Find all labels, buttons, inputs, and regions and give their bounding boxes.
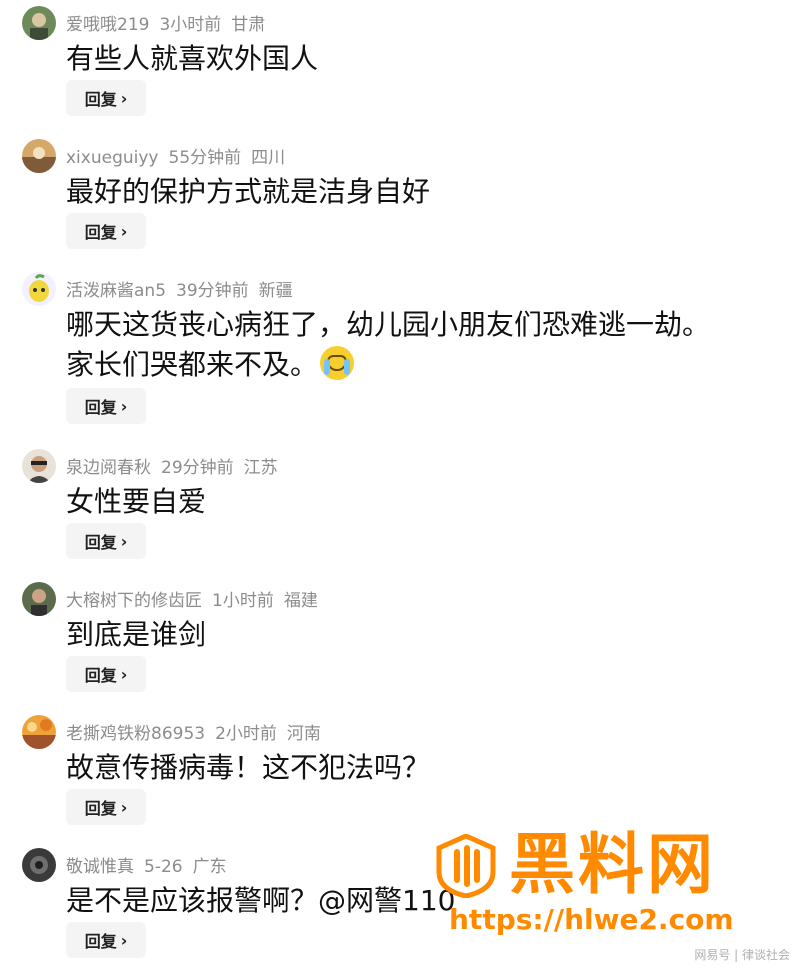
footer-credit: 网易号 | 律谈社会 (694, 948, 790, 962)
username[interactable]: 爱哦哦219 (66, 15, 149, 35)
watermark: 黑料网 https://hlwe2.com (435, 828, 775, 958)
avatar[interactable] (22, 848, 56, 882)
avatar[interactable] (22, 582, 56, 616)
chevron-right-icon: › (120, 396, 128, 416)
reply-button[interactable]: 回复 › (66, 388, 146, 424)
username[interactable]: 大榕树下的修齿匠 (66, 591, 202, 611)
username[interactable]: 活泼麻酱an5 (66, 281, 166, 301)
username[interactable]: 泉边阅春秋 (66, 458, 151, 478)
reply-button[interactable]: 回复 › (66, 523, 146, 559)
chevron-right-icon: › (120, 221, 128, 241)
reply-button[interactable]: 回复 › (66, 656, 146, 692)
timestamp: 55分钟前 (168, 148, 242, 168)
chevron-right-icon: › (120, 797, 128, 817)
reply-label: 回复 (84, 398, 117, 417)
comment-meta: 爱哦哦219 3小时前 甘肃 (66, 10, 275, 35)
comment-meta: 大榕树下的修齿匠 1小时前 福建 (66, 586, 328, 611)
chevron-right-icon: › (120, 664, 128, 684)
avatar[interactable] (22, 272, 56, 306)
reply-button[interactable]: 回复 › (66, 789, 146, 825)
comment-text: 最好的保护方式就是洁身自好 (66, 175, 431, 208)
chevron-right-icon: › (120, 88, 128, 108)
comment-meta: 老撕鸡铁粉86953 2小时前 河南 (66, 719, 331, 744)
reply-label: 回复 (84, 223, 117, 242)
region: 新疆 (258, 281, 293, 301)
watermark-title: 黑料网 (509, 826, 716, 903)
timestamp: 1小时前 (212, 591, 274, 611)
avatar[interactable] (22, 449, 56, 483)
reply-button[interactable]: 回复 › (66, 922, 146, 958)
region: 广东 (192, 857, 227, 877)
comment-meta: xixueguiyy 55分钟前 四川 (66, 143, 295, 168)
watermark-url: https://hlwe2.com (449, 903, 734, 936)
comment-text: 哪天这货丧心病狂了，幼儿园小朋友们恐难逃一劫。 (66, 308, 711, 341)
reply-label: 回复 (84, 666, 117, 685)
avatar[interactable] (22, 139, 56, 173)
reply-label: 回复 (84, 932, 117, 951)
region: 甘肃 (231, 15, 266, 35)
crying-emoji-icon (320, 346, 355, 380)
comment-text-line2: 家长们哭都来不及。 (66, 344, 355, 386)
username[interactable]: xixueguiyy (66, 148, 159, 168)
timestamp: 39分钟前 (176, 281, 249, 301)
watermark-logo-icon (435, 833, 497, 899)
chevron-right-icon: › (120, 930, 128, 950)
username[interactable]: 老撕鸡铁粉86953 (66, 724, 205, 744)
timestamp: 3小时前 (159, 15, 222, 35)
reply-label: 回复 (84, 90, 117, 109)
comment-text: 是不是应该报警啊？@网警110 (66, 884, 456, 917)
username[interactable]: 敬诚惟真 (66, 857, 134, 877)
region: 福建 (283, 591, 318, 611)
comment-text: 到底是谁剑 (66, 618, 207, 651)
comment-meta: 敬诚惟真 5-26 广东 (66, 852, 237, 877)
comment-meta: 泉边阅春秋 29分钟前 江苏 (66, 453, 288, 478)
avatar[interactable] (22, 715, 56, 749)
avatar[interactable] (22, 6, 56, 40)
reply-button[interactable]: 回复 › (66, 80, 146, 116)
region: 河南 (286, 724, 321, 744)
region: 江苏 (243, 458, 278, 478)
chevron-right-icon: › (120, 531, 128, 551)
comment-text: 女性要自爱 (66, 485, 207, 518)
comment-text: 有些人就喜欢外国人 (66, 42, 319, 75)
reply-label: 回复 (84, 533, 117, 552)
comment-text: 故意传播病毒！这不犯法吗？ (66, 751, 431, 784)
comment-meta: 活泼麻酱an5 39分钟前 新疆 (66, 276, 303, 301)
timestamp: 5-26 (144, 857, 183, 877)
reply-button[interactable]: 回复 › (66, 213, 146, 249)
region: 四川 (251, 148, 286, 168)
reply-label: 回复 (84, 799, 117, 818)
timestamp: 2小时前 (215, 724, 277, 744)
timestamp: 29分钟前 (161, 458, 234, 478)
